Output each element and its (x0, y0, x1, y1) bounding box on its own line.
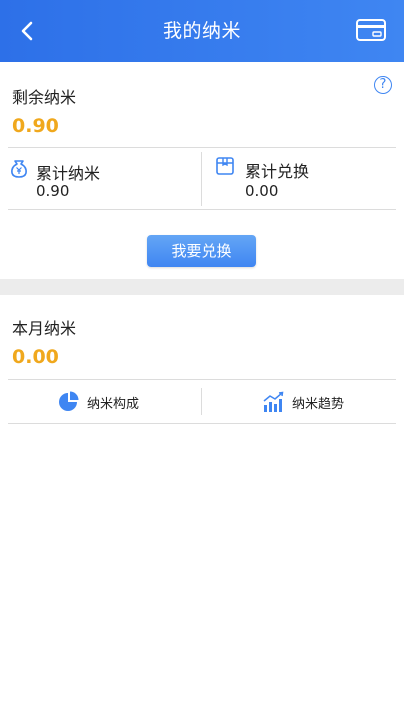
divider-vertical (201, 152, 202, 206)
balance-label: 剩余纳米 (12, 88, 77, 107)
divider-vertical (201, 388, 202, 415)
exchanged-value: 0.00 (245, 182, 279, 200)
month-label: 本月纳米 (12, 319, 77, 338)
section-separator (0, 279, 404, 295)
divider (8, 209, 396, 210)
vip-card-icon (356, 19, 386, 41)
exchange-button[interactable]: 我要兑换 (147, 235, 256, 267)
trend-button[interactable]: 纳米趋势 (262, 389, 344, 415)
divider (8, 147, 396, 148)
page-title: 我的纳米 (162, 20, 241, 42)
vip-card-button[interactable] (356, 19, 386, 41)
exchanged-label: 累计兑换 (245, 162, 310, 181)
trend-chart-icon (263, 391, 284, 412)
trend-label: 纳米趋势 (292, 396, 345, 412)
top-bar: 我的纳米 (0, 0, 404, 62)
accumulated-label: 累计纳米 (36, 164, 101, 183)
composition-button[interactable]: 纳米构成 (57, 389, 139, 415)
month-value: 0.00 (12, 346, 59, 368)
divider (8, 423, 396, 424)
composition-label: 纳米构成 (87, 396, 140, 412)
yuan-bag-icon (9, 158, 29, 178)
gift-box-icon (215, 156, 235, 176)
balance-value: 0.90 (12, 115, 59, 137)
help-icon[interactable]: ? (374, 76, 392, 94)
accumulated-value: 0.90 (36, 182, 70, 200)
pie-chart-icon (59, 391, 79, 411)
divider (8, 379, 396, 380)
